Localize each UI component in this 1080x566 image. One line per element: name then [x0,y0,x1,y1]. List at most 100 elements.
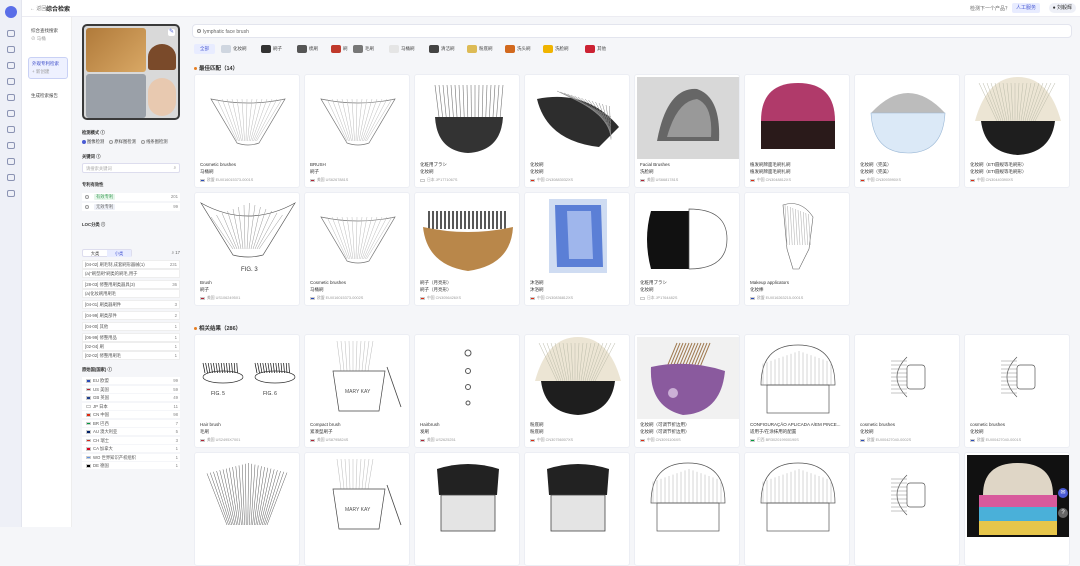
category-chip[interactable]: 毛刷 [352,44,377,54]
result-card[interactable]: 化妆刷（完美）化妆刷（完美）中国 CN3093990XS [854,74,960,188]
patent-image[interactable] [857,455,959,537]
ldc-toggle[interactable]: 大类小类 [82,249,132,257]
patent-image[interactable] [527,337,629,419]
patent-image[interactable]: FIG. 5FIG. 6 [197,337,299,419]
category-chip[interactable]: 刷子 [260,44,285,54]
category-chip[interactable]: 刷 [330,44,351,54]
result-card[interactable]: 化妆刷化妆刷中国 CN30883032XS [524,74,630,188]
patent-image[interactable] [637,195,739,277]
ldc-item[interactable]: [02-04] 刷1 [82,342,180,351]
help-icon[interactable]: ? [1058,508,1068,518]
validity-option[interactable]: 有效专利 201 [82,193,180,201]
user-menu[interactable]: ● 刘毅辉 [1049,3,1076,13]
category-chip[interactable]: 化妆刷 [220,44,250,54]
country-option[interactable]: CH 瑞士3 [82,437,180,444]
patent-image[interactable] [747,337,849,419]
category-chip[interactable]: 马桶刷 [388,44,418,54]
country-option[interactable]: CA 加拿大1 [82,445,180,452]
patent-image[interactable] [637,455,739,537]
search-input[interactable]: lymphatic face brush [192,24,1072,38]
patent-image[interactable] [967,455,1069,537]
patent-image[interactable] [747,455,849,537]
patent-image[interactable] [417,337,519,419]
query-image[interactable]: ✎ [82,24,180,120]
category-chip[interactable]: 洗脸刷 [542,44,572,54]
result-card[interactable]: Hairbrush发刷美国 US2625251 [414,334,520,448]
patent-image[interactable] [967,77,1069,159]
patent-image[interactable] [967,337,1069,419]
result-card[interactable] [524,452,630,566]
back-link[interactable]: ← 返回 [30,5,46,12]
nav-rail-icon[interactable] [7,190,15,197]
ldc-item[interactable]: [04-02] 刷毛制,成套刷形器械(1)231 [82,260,180,269]
validity-option[interactable]: 无效专利 99 [82,203,180,211]
patent-image[interactable] [857,77,959,159]
result-card[interactable]: FIG. 5FIG. 6Hair brush毛刷美国 US2495X7001 [194,334,300,448]
category-chip[interactable]: 梳刷 [296,44,321,54]
patent-image[interactable]: MARY KAY [307,455,409,537]
patent-image[interactable] [747,77,849,159]
category-chip[interactable]: 其他 [584,44,609,54]
result-card[interactable] [854,452,960,566]
patent-image[interactable] [417,195,519,277]
patent-image[interactable] [307,77,409,159]
country-option[interactable]: JP 日本11 [82,403,180,410]
nav-rail-icon[interactable] [7,78,15,85]
result-card[interactable]: 粉底刷粉底刷中国 CN30756007XS [524,334,630,448]
result-card[interactable]: cosmetic brushes化妆刷欧盟 EUI00427040-0002S [854,334,960,448]
ldc-item[interactable]: [28-03] 修整用刷类器具(3)36 [82,280,180,289]
patent-image[interactable] [637,77,739,159]
nav-rail-icon[interactable] [7,110,15,117]
ldc-item[interactable]: [06-99] 修整用品1 [82,333,180,342]
ldc-item[interactable]: [04-00] 其他1 [82,322,180,331]
nav-rail-icon[interactable] [7,94,15,101]
result-card[interactable] [744,452,850,566]
country-option[interactable]: WO 世界知识产权组织1 [82,454,180,461]
ldc-item[interactable]: (a)化妆刷用刷毛 [82,289,180,298]
mode-option[interactable]: 线条图检测 [141,139,167,144]
edit-icon[interactable]: ✎ [168,29,175,36]
result-card[interactable]: Cosmetic brushes马桶刷欧盟 EUI016015373-0001S [194,74,300,188]
result-card[interactable]: MARY KAY [304,452,410,566]
result-card[interactable]: Cosmetic brushes马桶刷欧盟 EUI016015373-0002S [304,192,410,306]
patent-image[interactable] [747,195,849,277]
mode-radio-group[interactable]: 图像检测 原样图检测 线条图检测 [82,139,172,145]
result-card[interactable]: BRUSH刷子美国 US6267881S [304,74,410,188]
result-card[interactable]: cosmetic brushes化妆刷欧盟 EUI00427040-0001S [964,334,1070,448]
country-option[interactable]: BR 巴西7 [82,420,180,427]
result-card[interactable]: 化妆刷（ETI圆规等毛刷形）化妆刷（ETI圆规等毛刷形）中国 CN3044039… [964,74,1070,188]
result-card[interactable]: 化粧用ブラシ化妆刷日本 JP1764482S [634,192,740,306]
ldc-item[interactable]: (a)"刷型刷"刷类的刷毛,用于 [82,269,180,278]
nav-rail-icon[interactable] [7,142,15,149]
country-option[interactable]: DE 德国1 [82,462,180,469]
mode-option[interactable]: 原样图检测 [109,139,135,144]
result-card[interactable]: 刷子（月亮形）刷子（月亮形）中国 CN3056426XS [414,192,520,306]
category-chip[interactable]: 洗头刷 [504,44,534,54]
search-icon[interactable]: ⌕ [174,165,176,170]
nav-rail-icon[interactable] [7,174,15,181]
category-chip[interactable]: 全部 [194,44,215,54]
country-option[interactable]: AU 澳大利亚5 [82,428,180,435]
ldc-item[interactable]: [04-01] 刷类器刷件3 [82,300,180,309]
sidebar-item-report[interactable]: 生成检索报告 [28,90,68,102]
patent-image[interactable] [637,337,739,419]
result-card[interactable]: FIG. 3Brush刷子美国 US1062495X1 [194,192,300,306]
patent-image[interactable] [527,195,629,277]
sidebar-item-combined-search[interactable]: 综合查找搜索 ⊘ 马桶 [28,25,68,53]
result-card[interactable] [194,452,300,566]
human-service-button[interactable]: 人工服务 [1012,3,1040,13]
sidebar-item-design-patent[interactable]: 外观专利检索 + 新创建 [28,57,68,79]
country-option[interactable]: EU 欧盟99 [82,377,180,384]
country-option[interactable]: US 美国59 [82,386,180,393]
chat-icon[interactable]: ✉ [1058,488,1068,498]
ldc-item[interactable]: [02-02] 修整用刷毛1 [82,351,180,360]
result-card[interactable]: 化粧用ブラシ化妆刷日本 JP1771067S [414,74,520,188]
result-card[interactable] [634,452,740,566]
result-card[interactable]: 沐浴刷沐浴刷中国 CN30836812XS [524,192,630,306]
result-card[interactable]: MARY KAYCompact brush紧凑型刷子美国 US8795824S [304,334,410,448]
patent-image[interactable] [857,337,959,419]
result-card[interactable]: Makeup applicators化妆棒欧盟 EUI016263215-000… [744,192,850,306]
patent-image[interactable] [197,455,299,537]
category-chip[interactable]: 清洁刷 [428,44,458,54]
ldc-item[interactable]: [04-99] 刷类部件2 [82,311,180,320]
